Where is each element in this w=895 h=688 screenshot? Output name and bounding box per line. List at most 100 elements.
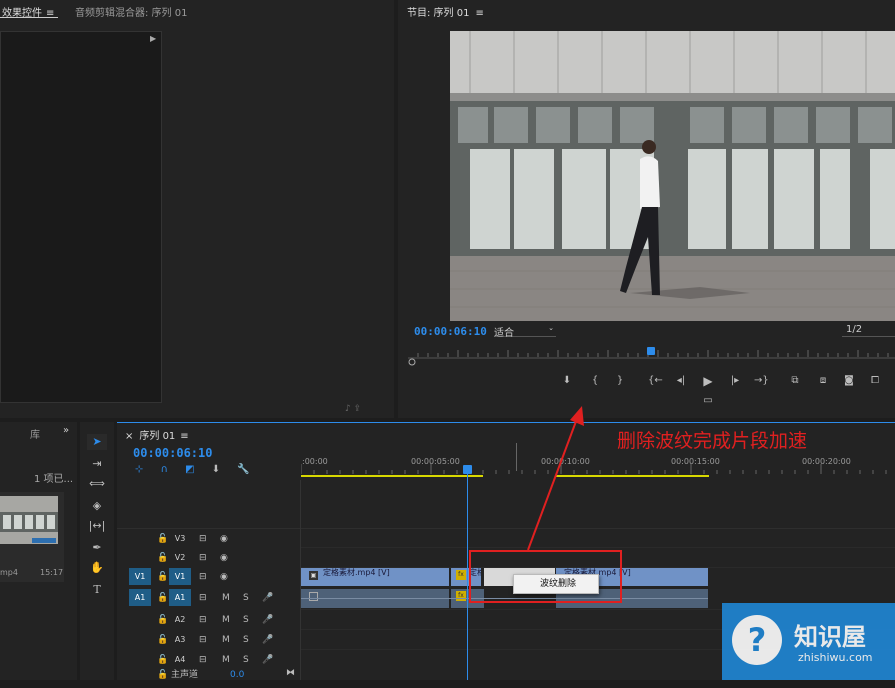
export-icon[interactable]: ♪ ⇪ (345, 404, 361, 414)
sync-lock-icon[interactable]: ⊟ (199, 592, 207, 604)
mute-button[interactable]: M (222, 592, 230, 604)
fx-icon: fx (456, 570, 466, 580)
sync-lock-icon[interactable]: ⊟ (199, 614, 207, 626)
eye-icon[interactable]: ◉ (220, 552, 228, 564)
type-tool-icon[interactable]: T (87, 582, 107, 598)
snap-icon[interactable]: ∩ (161, 464, 168, 475)
track-divider (117, 528, 895, 529)
menu-icon[interactable]: ≡ (180, 431, 188, 442)
go-to-out-icon[interactable]: →} (754, 375, 769, 387)
resolution-dropdown[interactable]: 1/2 (842, 324, 895, 337)
microphone-icon[interactable]: 🎤 (262, 592, 273, 604)
master-volume[interactable]: 0.0 (230, 669, 244, 681)
fx-icon (309, 592, 318, 601)
solo-button[interactable]: S (243, 592, 249, 604)
mute-button[interactable]: M (222, 634, 230, 646)
track-select-tool-icon[interactable]: ⇥ (87, 456, 107, 472)
source-patch[interactable] (129, 549, 151, 566)
sync-lock-icon[interactable]: ⊟ (199, 634, 207, 646)
menu-icon[interactable]: ≡ (475, 8, 483, 19)
mark-out-icon[interactable]: } (613, 375, 627, 387)
play-icon[interactable]: ▶ (701, 375, 715, 387)
solo-button[interactable]: S (243, 654, 249, 666)
track-target[interactable]: V2 (169, 549, 191, 566)
close-icon[interactable]: × (125, 431, 133, 442)
source-patch[interactable]: A1 (129, 589, 151, 606)
nest-icon[interactable]: ⊹ (135, 464, 143, 475)
razor-tool-icon[interactable]: ◈ (87, 498, 107, 514)
program-timecode[interactable]: 00:00:06:10 (414, 325, 487, 338)
tab-library[interactable]: 库 (30, 426, 40, 441)
sync-lock-icon[interactable]: ⊟ (199, 654, 207, 666)
tab-audio-mixer[interactable]: 音频剪辑混合器: 序列 01 (75, 4, 187, 19)
lock-icon[interactable]: 🔓 (157, 592, 168, 604)
ripple-edit-tool-icon[interactable]: ⟺ (87, 476, 107, 492)
lock-icon[interactable]: 🔓 (157, 552, 168, 564)
lock-icon[interactable]: 🔓 (157, 669, 168, 681)
mute-button[interactable]: M (222, 614, 230, 626)
go-to-end-icon[interactable]: ⧓ (286, 667, 295, 679)
video-frame (450, 31, 895, 321)
add-marker-icon[interactable]: ⬇ (560, 375, 574, 387)
source-patch[interactable]: V1 (129, 568, 151, 585)
source-patch[interactable] (129, 651, 151, 668)
chevron-down-icon: ⌄ (548, 324, 554, 332)
mark-in-icon[interactable]: { (588, 375, 602, 387)
linked-selection-icon[interactable]: ◩ (185, 464, 194, 475)
track-target[interactable]: V1 (169, 568, 191, 585)
source-patch[interactable] (129, 530, 151, 547)
lock-icon[interactable]: 🔓 (157, 571, 168, 583)
timeline-timecode[interactable]: 00:00:06:10 (133, 446, 212, 460)
lock-icon[interactable]: 🔓 (157, 634, 168, 646)
program-monitor-panel: 节目: 序列 01 ≡ 00:00:06:10 适合 ⌄ 1/2 ⬇ {} {… (398, 0, 895, 418)
tab-program[interactable]: 节目: 序列 01 ≡ (407, 4, 484, 19)
button-editor-icon[interactable]: ⧠ (868, 375, 882, 387)
lock-icon[interactable]: 🔓 (157, 533, 168, 545)
sync-lock-icon[interactable]: ⊟ (199, 552, 207, 564)
fit-dropdown[interactable]: 适合 ⌄ (494, 324, 556, 339)
sync-lock-icon[interactable]: ⊟ (199, 571, 207, 583)
sync-lock-icon[interactable]: ⊟ (199, 533, 207, 545)
hand-tool-icon[interactable]: ✋ (87, 560, 107, 576)
clip-thumbnail[interactable]: mp4 15:17 (0, 492, 64, 582)
source-patch[interactable] (129, 631, 151, 648)
clip-duration: 15:17 (40, 568, 64, 577)
microphone-icon[interactable]: 🎤 (262, 614, 273, 626)
track-target[interactable]: A3 (169, 631, 191, 648)
track-target[interactable]: A1 (169, 589, 191, 606)
track-target[interactable]: A2 (169, 611, 191, 628)
track-header-v1: V1 🔓 V1 ⊟ ◉ (121, 568, 299, 587)
eye-icon[interactable]: ◉ (220, 533, 228, 545)
more-panels-icon[interactable]: » (63, 425, 69, 436)
eye-icon[interactable]: ◉ (220, 571, 228, 583)
lock-icon[interactable]: 🔓 (157, 614, 168, 626)
lock-icon[interactable]: 🔓 (157, 654, 168, 666)
watermark-brand: 知识屋 (794, 623, 866, 651)
microphone-icon[interactable]: 🎤 (262, 634, 273, 646)
ruler-label: :00:00 (302, 457, 328, 466)
selection-tool-icon[interactable]: ➤ (87, 434, 107, 450)
wrench-icon[interactable]: 🔧 (237, 464, 249, 475)
lift-icon[interactable]: ⧉ (788, 375, 802, 387)
track-target[interactable]: V3 (169, 530, 191, 547)
expand-icon[interactable]: ▶ (150, 34, 156, 43)
solo-button[interactable]: S (243, 634, 249, 646)
solo-button[interactable]: S (243, 614, 249, 626)
tab-sequence[interactable]: × 序列 01 ≡ (125, 427, 189, 442)
playhead-marker[interactable] (647, 347, 655, 355)
slip-tool-icon[interactable]: |↔| (87, 518, 107, 534)
go-to-in-icon[interactable]: {← (648, 375, 663, 387)
video-clip[interactable]: 定格素材.mp4 [V] (301, 568, 449, 586)
playhead[interactable] (463, 465, 472, 474)
extract-icon[interactable]: ⧈ (816, 375, 830, 387)
source-patch[interactable] (129, 611, 151, 628)
camera-icon[interactable]: ◙ (842, 375, 856, 387)
track-target[interactable]: A4 (169, 651, 191, 668)
pen-tool-icon[interactable]: ✒ (87, 540, 107, 556)
mute-button[interactable]: M (222, 654, 230, 666)
step-forward-icon[interactable]: |▸ (728, 375, 742, 387)
step-back-icon[interactable]: ◂| (674, 375, 688, 387)
microphone-icon[interactable]: 🎤 (262, 654, 273, 666)
safe-margins-icon[interactable]: ▭ (701, 395, 715, 407)
marker-icon[interactable]: ⬇ (212, 464, 220, 475)
